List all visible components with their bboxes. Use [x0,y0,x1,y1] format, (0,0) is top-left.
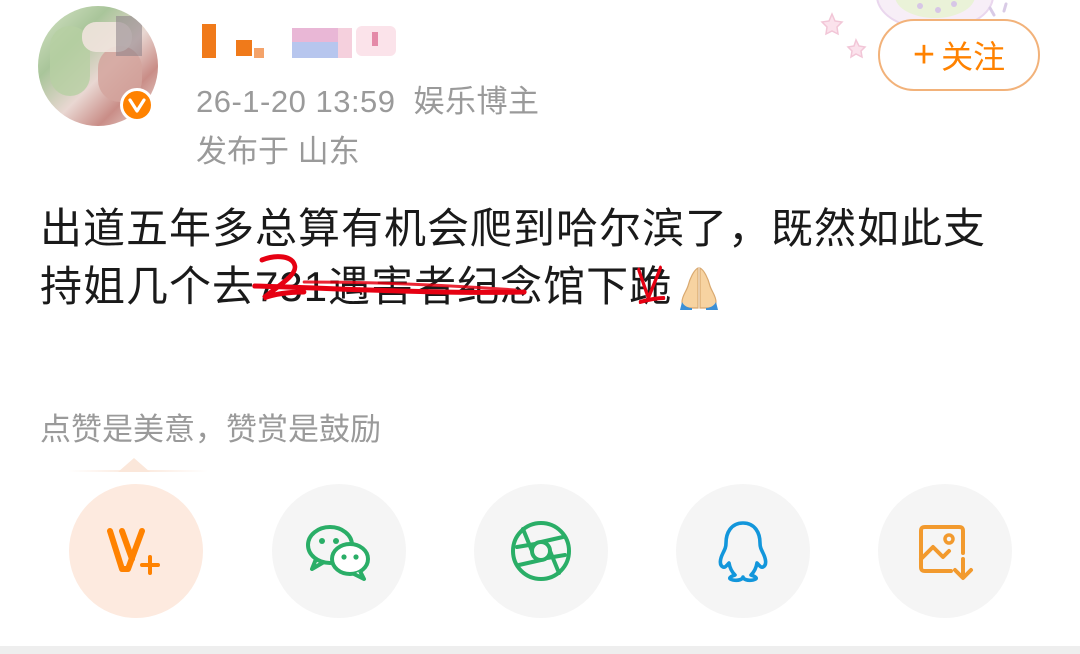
post-location: 发布于 山东 [196,134,360,169]
struck-text-2: 下跪 [586,258,672,316]
share-row [0,484,1080,618]
red-strikethrough-scribble [252,254,527,301]
share-moments-button[interactable] [474,484,608,618]
verified-badge-icon [120,88,154,122]
reward-hint: 点赞是美意，赞赏是鼓励 [40,412,381,447]
post-body: 出道五年多总算有机会爬到哈尔滨了，既然如此支 持姐几个去731遇害者纪念馆 下跪 [40,200,1050,316]
post-meta: 26-1-20 13:59 娱乐博主 [196,76,540,121]
post-line-1: 出道五年多总算有机会爬到哈尔滨了，既然如此支 [40,205,987,252]
wechat-moments-icon [511,521,571,581]
follow-button-label: 关注 [941,39,1006,75]
avatar[interactable] [38,6,158,126]
post-line-2-prefix: 持姐几个去 [40,263,256,310]
wechat-icon [306,525,370,581]
share-wechat-button[interactable] [272,484,406,618]
post-timestamp: 26-1-20 13:59 [196,84,396,119]
post-line-2: 持姐几个去731遇害者纪念馆 下跪 [40,254,1050,316]
reward-button[interactable] [69,484,203,618]
follow-button[interactable]: + 关注 [878,19,1040,91]
plus-icon: + [912,34,936,76]
qq-icon [718,521,768,583]
v-plus-icon [107,528,160,575]
user-role: 娱乐博主 [413,84,540,119]
struck-text: 731遇害者纪念馆 [252,254,586,316]
divider [68,470,208,472]
share-qq-button[interactable] [676,484,810,618]
username-pixelated[interactable] [196,20,406,60]
save-image-icon [919,525,973,580]
bottom-divider [0,646,1080,654]
save-image-button[interactable] [878,484,1012,618]
